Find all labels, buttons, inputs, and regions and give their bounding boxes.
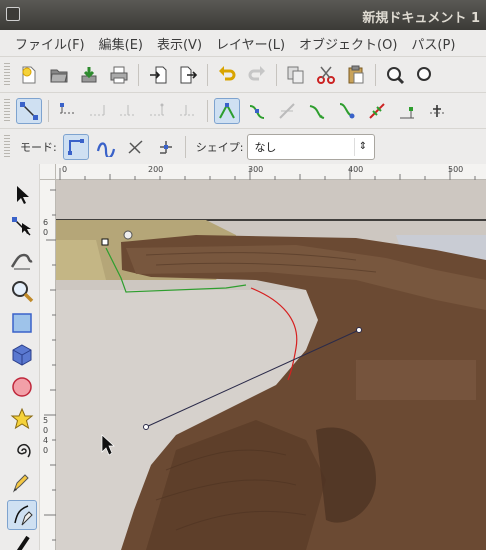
start-node-handle[interactable] [101, 238, 109, 246]
make-symmetric-icon[interactable] [274, 98, 300, 124]
make-smooth-icon[interactable] [244, 98, 270, 124]
bspline-mode-icon[interactable] [123, 134, 149, 160]
ruler-h-label: 300 [248, 165, 264, 174]
zoom-icon[interactable] [382, 62, 408, 88]
toolbar-separator [184, 135, 186, 158]
undo-icon[interactable] [214, 62, 240, 88]
toolbar-separator [276, 63, 277, 86]
ruler-corner [40, 164, 56, 180]
ruler-v-label: 0 [43, 446, 49, 455]
spiro-mode-icon[interactable] [93, 134, 119, 160]
drawing-canvas[interactable] [56, 180, 486, 550]
menu-view[interactable]: 表示(V) [150, 34, 209, 53]
pen-icon[interactable] [7, 500, 37, 530]
shape-select-value: なし [254, 140, 277, 154]
toolbar-separator [48, 99, 49, 122]
new-document-icon[interactable] [16, 62, 42, 88]
menu-file[interactable]: ファイル(F) [8, 34, 92, 53]
chevron-updown-icon: ⇕ [354, 137, 370, 156]
paste-icon[interactable] [343, 62, 369, 88]
segment-line-icon[interactable] [334, 98, 360, 124]
pencil-icon[interactable] [7, 468, 37, 498]
ruler-v-label: 0 [43, 228, 49, 237]
zoom-page-icon[interactable] [412, 62, 438, 88]
menu-layer[interactable]: レイヤー(L) [209, 34, 292, 53]
segment-curve-icon[interactable] [364, 98, 390, 124]
shape-label: シェイプ: [195, 140, 244, 154]
calligraphy-icon[interactable] [7, 530, 37, 550]
menu-edit[interactable]: 編集(E) [92, 34, 150, 53]
ruler-h-label: 500 [448, 165, 464, 174]
make-cusp-icon[interactable] [214, 97, 240, 124]
menu-path[interactable]: パス(P) [404, 34, 462, 53]
open-icon[interactable] [46, 62, 72, 88]
title-bar: 新規ドキュメント 1 [0, 0, 486, 30]
join-nodes-icon[interactable] [115, 98, 141, 124]
object-to-path-icon[interactable] [394, 98, 420, 124]
toolbar-separator [138, 63, 139, 86]
menu-object[interactable]: オブジェクト(O) [292, 34, 404, 53]
redo-icon[interactable] [244, 62, 270, 88]
cut-icon[interactable] [313, 62, 339, 88]
break-path-icon[interactable] [145, 98, 171, 124]
toolbar-separator [207, 63, 208, 86]
screw-head [123, 230, 133, 240]
shape-select[interactable]: なし ⇕ [247, 133, 376, 160]
path-node[interactable] [356, 327, 362, 333]
tool-controls-bar: モード: シェイプ: なし ⇕ [0, 128, 486, 164]
make-auto-icon[interactable] [304, 98, 330, 124]
duplicate-icon[interactable] [283, 62, 309, 88]
star-icon[interactable] [7, 404, 37, 434]
import-icon[interactable] [76, 62, 102, 88]
mode-label: モード: [20, 140, 57, 154]
zoom-tool-icon[interactable] [7, 276, 37, 306]
import-arrow-icon[interactable] [145, 62, 171, 88]
horizontal-ruler[interactable]: 0 200 300 400 500 [56, 164, 486, 180]
ruler-v-label: 5 [43, 416, 49, 425]
ellipse-icon[interactable] [7, 372, 37, 402]
export-icon[interactable] [175, 62, 201, 88]
rectangle-icon[interactable] [7, 308, 37, 338]
path-node[interactable] [143, 424, 149, 430]
join-segment-icon[interactable] [175, 98, 201, 124]
delete-node-icon[interactable] [85, 98, 111, 124]
vertical-ruler[interactable]: 6 0 5 0 4 0 [40, 180, 56, 550]
menu-bar: ファイル(F) 編集(E) 表示(V) レイヤー(L) オブジェクト(O) パス… [0, 30, 486, 56]
ruler-h-label: 400 [348, 165, 364, 174]
stroke-to-path-icon[interactable] [424, 98, 450, 124]
spiral-icon[interactable] [7, 436, 37, 466]
window-menu-icon[interactable] [6, 7, 20, 21]
paraxial-mode-icon[interactable] [153, 134, 179, 160]
print-icon[interactable] [106, 62, 132, 88]
selector-icon[interactable] [7, 180, 37, 210]
ruler-h-label: 200 [148, 165, 164, 174]
toolbar-grip[interactable] [4, 62, 10, 87]
node-editor-icon[interactable] [7, 212, 37, 242]
tweak-icon[interactable] [7, 244, 37, 274]
toolbar-grip[interactable] [4, 98, 10, 123]
window-title: 新規ドキュメント 1 [362, 11, 480, 26]
ruler-v-label: 6 [43, 218, 49, 227]
ruler-v-label: 0 [43, 426, 49, 435]
commands-toolbar [0, 56, 486, 92]
toolbar-separator [375, 63, 376, 86]
node-toolbar [0, 92, 486, 128]
toolbar-separator [207, 99, 208, 122]
toolbar-grip[interactable] [4, 134, 10, 159]
ruler-h-label: 0 [62, 165, 68, 174]
toolbox [0, 164, 40, 550]
ruler-v-label: 4 [43, 436, 49, 445]
3d-box-icon[interactable] [7, 340, 37, 370]
node-select-icon[interactable] [16, 97, 42, 124]
insert-node-icon[interactable] [55, 98, 81, 124]
bezier-mode-icon[interactable] [62, 133, 89, 160]
